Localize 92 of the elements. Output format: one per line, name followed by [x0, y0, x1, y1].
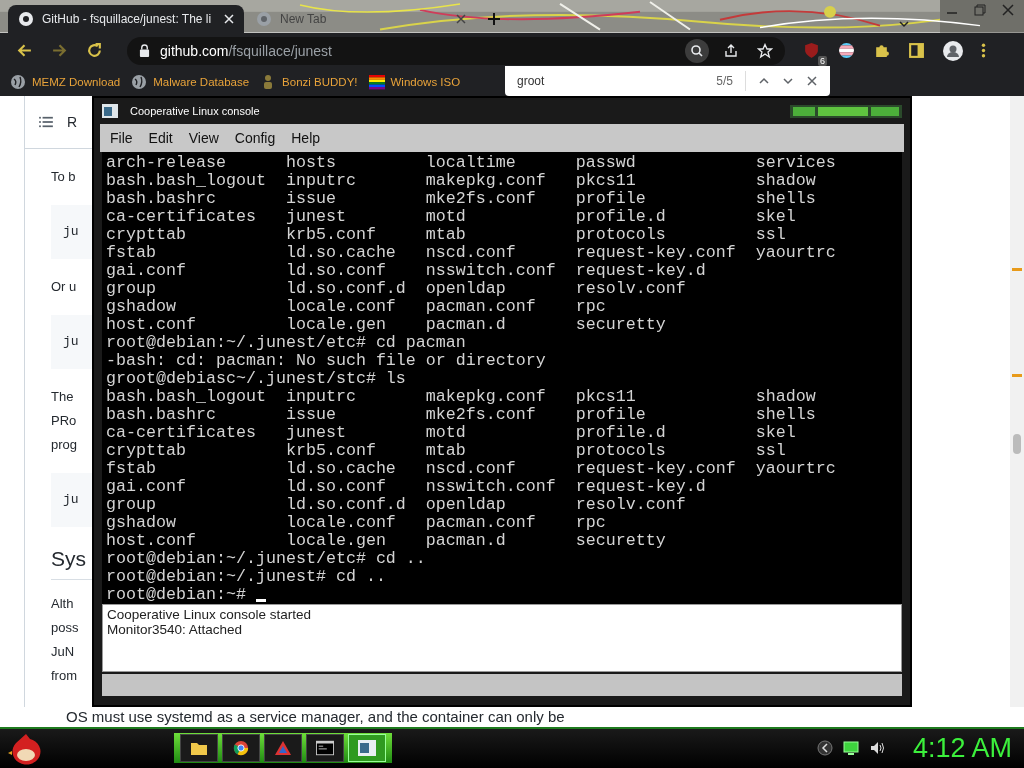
readme-label: R [67, 113, 78, 130]
restore-icon[interactable] [974, 4, 986, 16]
terminal-line: -bash: cd: pacman: No such file or directory [106, 351, 546, 370]
clock[interactable]: 4:12 AM [912, 732, 1012, 764]
close-icon[interactable] [806, 74, 818, 87]
terminal-line: bash.bash_logout inputrc makepkg.conf pkcs11 shadow [106, 171, 816, 190]
window-title: Cooperative Linux console [130, 104, 260, 117]
triangle-icon [274, 740, 292, 757]
terminal-line: group ld.so.conf.d openldap resolv.conf [106, 495, 686, 514]
bird-icon[interactable] [8, 731, 44, 766]
bookmark[interactable]: Windows ISO [368, 74, 461, 91]
terminal-line: bash.bashrc issue mke2fs.conf profile shells [106, 405, 816, 424]
plus-icon[interactable] [488, 12, 500, 25]
match-count: 5/5 [716, 73, 733, 88]
close-icon[interactable] [456, 13, 466, 24]
avatar-icon[interactable] [943, 40, 963, 61]
log-line: Monitor3540: Attached [107, 621, 244, 637]
terminal-line: crypttab krb5.conf mtab protocols ssl [106, 441, 786, 460]
section-heading: Sys [51, 546, 86, 570]
taskbar-button[interactable] [306, 734, 344, 763]
globe-icon [256, 10, 272, 27]
paragraph-text: The [51, 387, 75, 406]
count-badge: 6 [818, 56, 827, 67]
paragraph-text: poss [51, 618, 80, 637]
monitor-icon[interactable] [842, 740, 859, 757]
terminal-line: bash.bash_logout inputrc makepkg.conf pkcs11 shadow [106, 387, 816, 406]
bookmark[interactable]: Malware Database [131, 74, 250, 91]
code-text: ju [63, 224, 79, 240]
folder-icon [190, 740, 208, 757]
url-text: github.com/fsquillace/junest [160, 42, 332, 59]
search-icon[interactable] [685, 38, 709, 63]
reload-icon[interactable] [86, 42, 103, 60]
paragraph-text: OS must use systemd as a service manager, and the container can only be [65, 706, 566, 727]
terminal-line: crypttab krb5.conf mtab protocols ssl [106, 225, 786, 244]
terminal-line: gshadow locale.conf pacman.conf rpc [106, 513, 606, 532]
terminal-line: gshadow locale.conf pacman.conf rpc [106, 297, 606, 316]
menu-item[interactable]: Edit [140, 129, 181, 146]
lock-icon [139, 44, 150, 58]
chevron-down-icon[interactable] [898, 18, 910, 30]
bookmark[interactable]: Bonzi BUDDY! [260, 74, 358, 91]
paragraph-text: JuN [51, 642, 76, 661]
paragraph-text: To b [51, 167, 77, 186]
list-icon[interactable] [39, 115, 53, 128]
menu-item[interactable]: Config [226, 129, 284, 146]
terminal-line: fstab ld.so.cache nscd.conf request-key.conf yaourtrc [106, 459, 836, 478]
command-prompt-icon [316, 740, 334, 757]
terminal-line: gai.conf ld.so.conf nsswitch.conf request-key.d [106, 261, 706, 280]
browser-icon [232, 740, 250, 757]
terminal-line: host.conf locale.gen pacman.d securetty [106, 531, 666, 550]
tab-title: GitHub - fsquillace/junest: The li [42, 11, 213, 26]
terminal-line: ca-certificates junest motd profile.d skel [106, 423, 796, 442]
window-icon [102, 103, 118, 118]
rainbow-flag-icon [368, 74, 385, 91]
tab-title: New Tab [280, 11, 328, 26]
terminal-line: root@debian:~# [106, 585, 247, 604]
menu-icon[interactable] [981, 42, 986, 60]
window-icon [358, 740, 376, 757]
terminal-line: ca-certificates junest motd profile.d skel [106, 207, 796, 226]
terminal-line: root@debian:~/.junest/etc# cd pacman [106, 333, 466, 352]
code-text: ju [63, 492, 79, 508]
terminal-line: groot@debiasc~/.junest/stc# ls [106, 369, 406, 388]
terminal-line: host.conf locale.gen pacman.d securetty [106, 315, 666, 334]
terminal-line: root@debian:~/.junest/etc# cd .. [106, 549, 426, 568]
terminal-line: fstab ld.so.cache nscd.conf request-key.conf yaourtrc [106, 243, 836, 262]
globe-icon [131, 74, 148, 91]
paragraph-text: from [51, 666, 78, 685]
paragraph-text: prog [51, 435, 79, 454]
taskbar-button[interactable] [222, 734, 260, 763]
browser-tab[interactable]: GitHub - fsquillace/junest: The li [8, 4, 244, 33]
paragraph-text: Alth [51, 594, 75, 613]
globe-icon [10, 74, 26, 91]
taskbar-button[interactable] [180, 734, 218, 763]
menu-item[interactable]: Help [283, 129, 329, 146]
sidebar-icon[interactable] [908, 42, 925, 60]
puzzle-icon[interactable] [873, 42, 890, 60]
terminal-line: root@debian:~/.junest# cd .. [106, 567, 386, 586]
terminal-line: group ld.so.conf.d openldap resolv.conf [106, 279, 686, 298]
find-field[interactable]: groot [517, 73, 705, 88]
code-text: ju [63, 334, 79, 350]
scrollbar[interactable] [1010, 95, 1024, 707]
paragraph-text: Or u [51, 277, 78, 296]
terminal-line: bash.bashrc issue mke2fs.conf profile shells [106, 189, 816, 208]
log-line: Cooperative Linux console started [107, 606, 313, 622]
menu-item[interactable]: View [180, 129, 227, 146]
menu-item[interactable]: File [102, 129, 141, 146]
terminal-line: gai.conf ld.so.conf nsswitch.conf request-key.d [106, 477, 706, 496]
bookmark[interactable]: MEMZ Download [10, 74, 121, 91]
window-buttons-drawing[interactable] [790, 103, 902, 118]
paragraph-text: PRo [51, 411, 78, 430]
terminal-line: arch-release hosts localtime passwd services [106, 153, 836, 172]
striped-circle-icon[interactable] [838, 42, 855, 60]
address-bar[interactable]: github.com/fsquillace/junest [127, 36, 785, 65]
